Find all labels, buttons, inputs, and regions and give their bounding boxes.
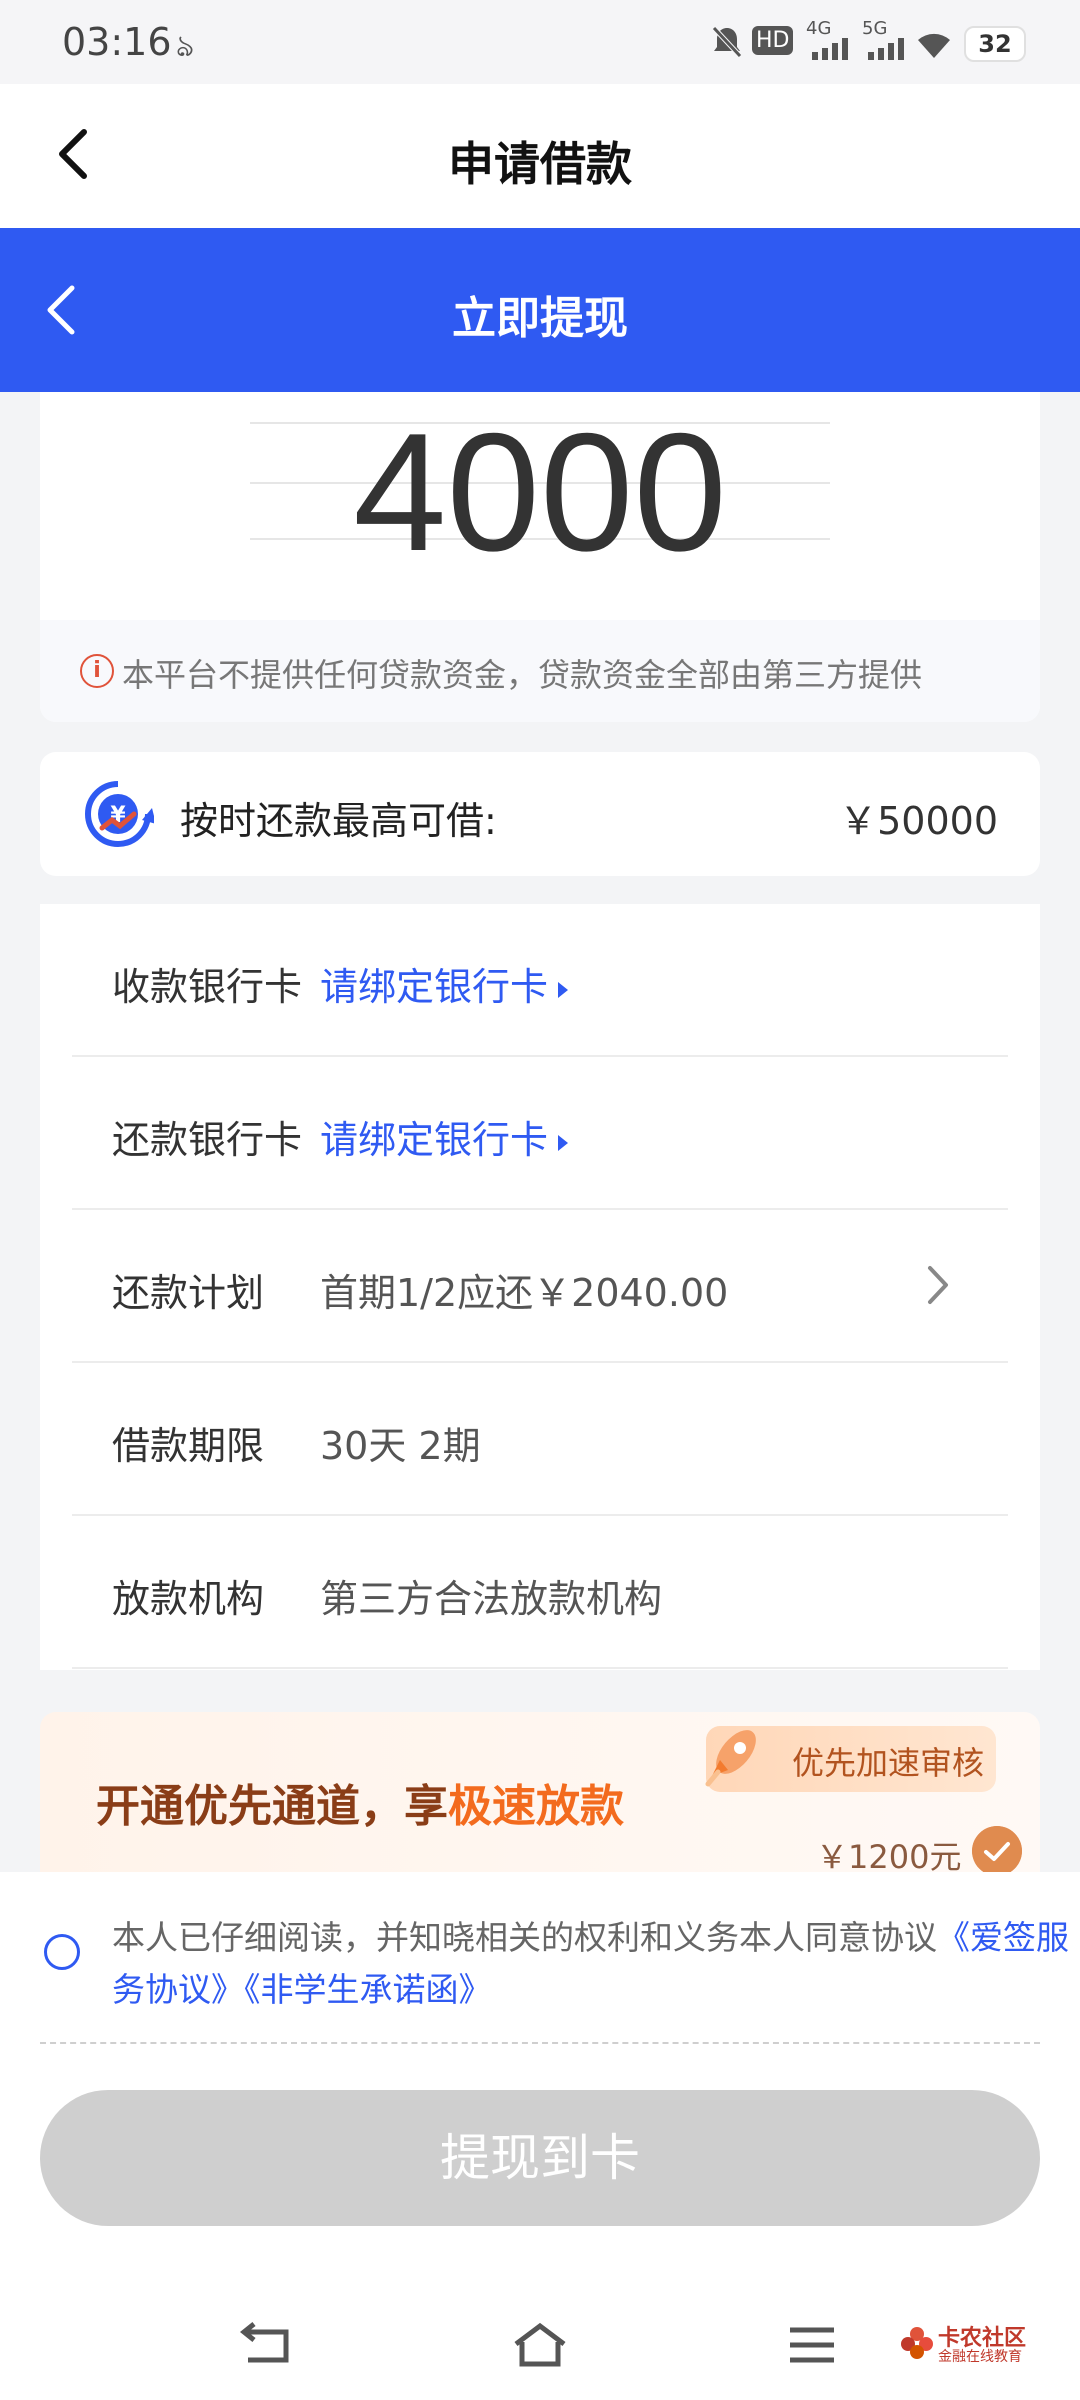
watermark-sub: 金融在线教育 [938,2349,1022,2365]
loan-details-list: 收款银行卡 请绑定银行卡 还款银行卡 请绑定银行卡 还款计划 首期1/2应还￥2… [40,904,1040,1670]
page-title: 申请借款 [448,137,632,191]
row-receive-bank-card[interactable]: 收款银行卡 请绑定银行卡 [72,904,1008,1057]
badge-text: 优先加速审核 [792,1744,985,1782]
loan-amount[interactable]: 4000 [40,392,1040,592]
status-time: 03:16 [62,20,172,64]
mute-bell-icon [712,26,742,58]
bind-card-link[interactable]: 请绑定银行卡 [320,1109,569,1164]
amount-card: 4000 i 本平台不提供任何贷款资金，贷款资金全部由第三方提供 [40,392,1040,722]
check-circle-icon[interactable] [972,1826,1022,1872]
row-label: 借款期限 [112,1424,265,1468]
signal-icon [812,38,848,60]
system-nav-bar: 卡农社区 金融在线教育 [0,2280,1080,2400]
bind-card-link[interactable]: 请绑定银行卡 [320,956,569,1011]
rocket-icon [705,1730,756,1787]
promo-headline: 开通优先通道，享极速放款 [96,1781,624,1832]
battery-indicator: 32 [964,26,1026,62]
wifi-icon [918,33,950,58]
dashed-divider [40,2042,1040,2044]
priority-review-badge: 优先加速审核 [705,1726,996,1792]
network-4g: 4G [806,18,832,39]
limit-card: ¥ 按时还款最高可借: ￥50000 [40,752,1040,876]
agreement-radio[interactable] [44,1934,80,1970]
yen-refresh-icon: ¥ [85,781,154,847]
row-label: 还款计划 [112,1271,265,1315]
row-label: 放款机构 [112,1577,265,1621]
info-icon: i [80,654,114,688]
notice-bar: i 本平台不提供任何贷款资金，贷款资金全部由第三方提供 [40,620,1040,722]
network-5g: 5G [862,18,888,39]
home-nav-icon[interactable] [510,2320,570,2370]
priority-channel-promo[interactable]: 开通优先通道，享极速放款 优先加速审核 ￥1200元 [40,1712,1040,1872]
triangle-right-icon [558,1134,569,1151]
row-value: 第三方合法放款机构 [320,1577,663,1621]
triangle-right-icon [558,981,569,998]
chevron-right-icon[interactable] [918,1260,958,1310]
watermark-logo: 卡农社区 金融在线教育 [900,2320,1060,2370]
app-header: 申请借款 [0,84,1080,228]
signal-icon-2 [868,38,904,60]
web-header: 立即提现 [0,228,1080,392]
status-bar: 03:16 ঌ HD 4G 5G 32 [0,0,1080,84]
limit-value: ￥50000 [839,799,998,843]
row-label: 收款银行卡 [112,965,303,1009]
hd-badge: HD [752,26,794,55]
row-repay-bank-card[interactable]: 还款银行卡 请绑定银行卡 [72,1057,1008,1210]
accessibility-icon: ঌ [176,29,195,64]
row-loan-term: 借款期限 30天 2期 [72,1363,1008,1516]
web-title: 立即提现 [452,293,628,344]
promo-price: ￥1200元 [816,1838,962,1872]
row-value: 首期1/2应还￥2040.00 [320,1271,729,1315]
back-nav-icon[interactable] [238,2320,298,2370]
row-label: 还款银行卡 [112,1118,303,1162]
withdraw-button[interactable]: 提现到卡 [40,2090,1040,2226]
notice-text: 本平台不提供任何贷款资金，贷款资金全部由第三方提供 [122,656,923,694]
row-repay-plan[interactable]: 还款计划 首期1/2应还￥2040.00 [72,1210,1008,1363]
row-lender: 放款机构 第三方合法放款机构 [72,1516,1008,1669]
limit-label: 按时还款最高可借: [180,799,497,843]
flower-logo-icon [901,2327,933,2359]
row-value: 30天 2期 [320,1424,481,1468]
menu-nav-icon[interactable] [782,2320,842,2370]
agreement-text: 本人已仔细阅读，并知晓相关的权利和义务本人同意协议《爱签服务协议》《非学生承诺函… [112,1918,1069,2009]
agreement-link-non-student[interactable]: 《非学生承诺函》 [244,1970,492,2009]
